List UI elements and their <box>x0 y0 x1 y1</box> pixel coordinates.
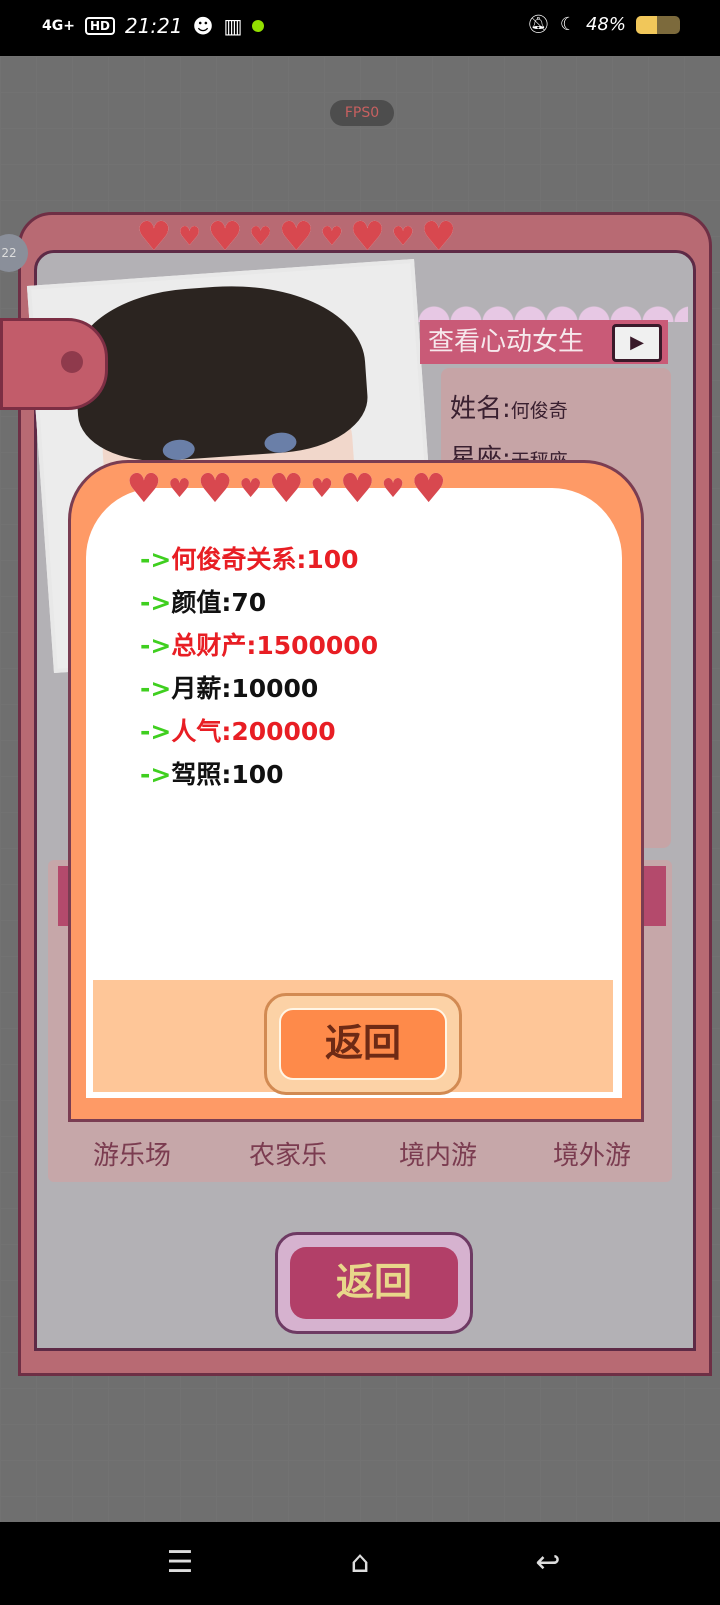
menu-icon[interactable]: ☰ <box>160 1546 200 1580</box>
card-back-button[interactable]: 返回 <box>275 1232 473 1334</box>
stat-row-total-assets: ->总财产:1500000 <box>140 626 378 662</box>
card-back-label: 返回 <box>290 1247 458 1319</box>
name-value: 何俊奇 <box>510 400 568 422</box>
game-icon: ☻ <box>192 14 214 38</box>
heart-icon: ♥ <box>310 474 334 504</box>
dialog-hearts-row: ♥ ♥ ♥ ♥ ♥ ♥ ♥ ♥ ♥ <box>126 466 447 512</box>
arrow-icon: -> <box>140 588 172 617</box>
fps-counter: FPS0 <box>330 100 394 126</box>
destination-amusement-park[interactable]: 游乐场 <box>62 1135 202 1172</box>
book-icon: ▥ <box>223 14 243 38</box>
heart-icon: ♥ <box>268 466 305 512</box>
stat-row-looks: ->颜值:70 <box>140 583 266 619</box>
stat-row-popularity: ->人气:200000 <box>140 712 336 748</box>
name-label: 姓名: <box>450 394 511 424</box>
battery-icon <box>636 15 680 34</box>
stat-row-relationship: ->何俊奇关系:100 <box>140 540 359 576</box>
destination-domestic-trip[interactable]: 境内游 <box>368 1135 508 1172</box>
stat-text: 何俊奇关系:100 <box>171 545 359 574</box>
clock: 21:21 <box>124 14 183 38</box>
stat-text: 月薪:10000 <box>171 674 319 703</box>
moon-icon: ☾ <box>559 14 576 35</box>
destination-overseas-trip[interactable]: 境外游 <box>522 1135 662 1172</box>
heart-icon: ♥ <box>197 466 234 512</box>
stat-text: 总财产:1500000 <box>171 631 379 660</box>
arrow-icon: -> <box>140 717 172 746</box>
arrow-icon: -> <box>140 760 172 789</box>
mute-icon: 🔕︎ <box>526 14 550 35</box>
heart-icon: ♥ <box>391 222 415 252</box>
stat-text: 颜值:70 <box>171 588 267 617</box>
back-icon[interactable]: ↩ <box>528 1546 568 1580</box>
hd-badge: HD <box>84 17 115 35</box>
heart-icon: ♥ <box>239 474 263 504</box>
heart-icon: ♥ <box>381 474 405 504</box>
heart-icon: ♥ <box>249 222 273 252</box>
video-icon[interactable]: ▶ <box>612 324 662 362</box>
banner-title: 查看心动女生 <box>428 327 585 357</box>
view-heart-girl-banner[interactable]: 查看心动女生 ▶ <box>420 320 668 364</box>
status-bar: 4G+ HD 21:21 ☻ ▥ 🔕︎ ☾ 48% <box>0 0 720 56</box>
heart-icon: ♥ <box>126 466 162 512</box>
stat-text: 驾照:100 <box>171 760 284 789</box>
arrow-icon: -> <box>140 674 172 703</box>
system-nav-bar: ☰ ⌂ ↩ <box>0 1522 720 1605</box>
banner-scallop <box>418 296 688 322</box>
home-icon[interactable]: ⌂ <box>340 1546 380 1580</box>
heart-icon: ♥ <box>339 466 376 512</box>
notification-dot-icon <box>252 20 265 32</box>
destination-farm-stay[interactable]: 农家乐 <box>218 1135 358 1172</box>
left-tab-button[interactable] <box>0 318 108 410</box>
heart-icon: ♥ <box>410 466 447 512</box>
dialog-back-button[interactable]: 返回 <box>264 993 462 1095</box>
dialog-back-label: 返回 <box>279 1008 447 1080</box>
heart-icon: ♥ <box>177 222 202 252</box>
arrow-icon: -> <box>140 545 172 574</box>
battery-percent: 48% <box>585 14 626 35</box>
stat-text: 人气:200000 <box>171 717 336 746</box>
arrow-icon: -> <box>140 631 172 660</box>
name-line: 姓名:何俊奇 <box>450 388 568 425</box>
stat-row-driving-license: ->驾照:100 <box>140 755 284 791</box>
stat-row-monthly-salary: ->月薪:10000 <box>140 669 318 705</box>
network-indicator: 4G+ <box>42 18 75 34</box>
heart-icon: ♥ <box>167 474 192 504</box>
heart-icon: ♥ <box>320 222 344 252</box>
